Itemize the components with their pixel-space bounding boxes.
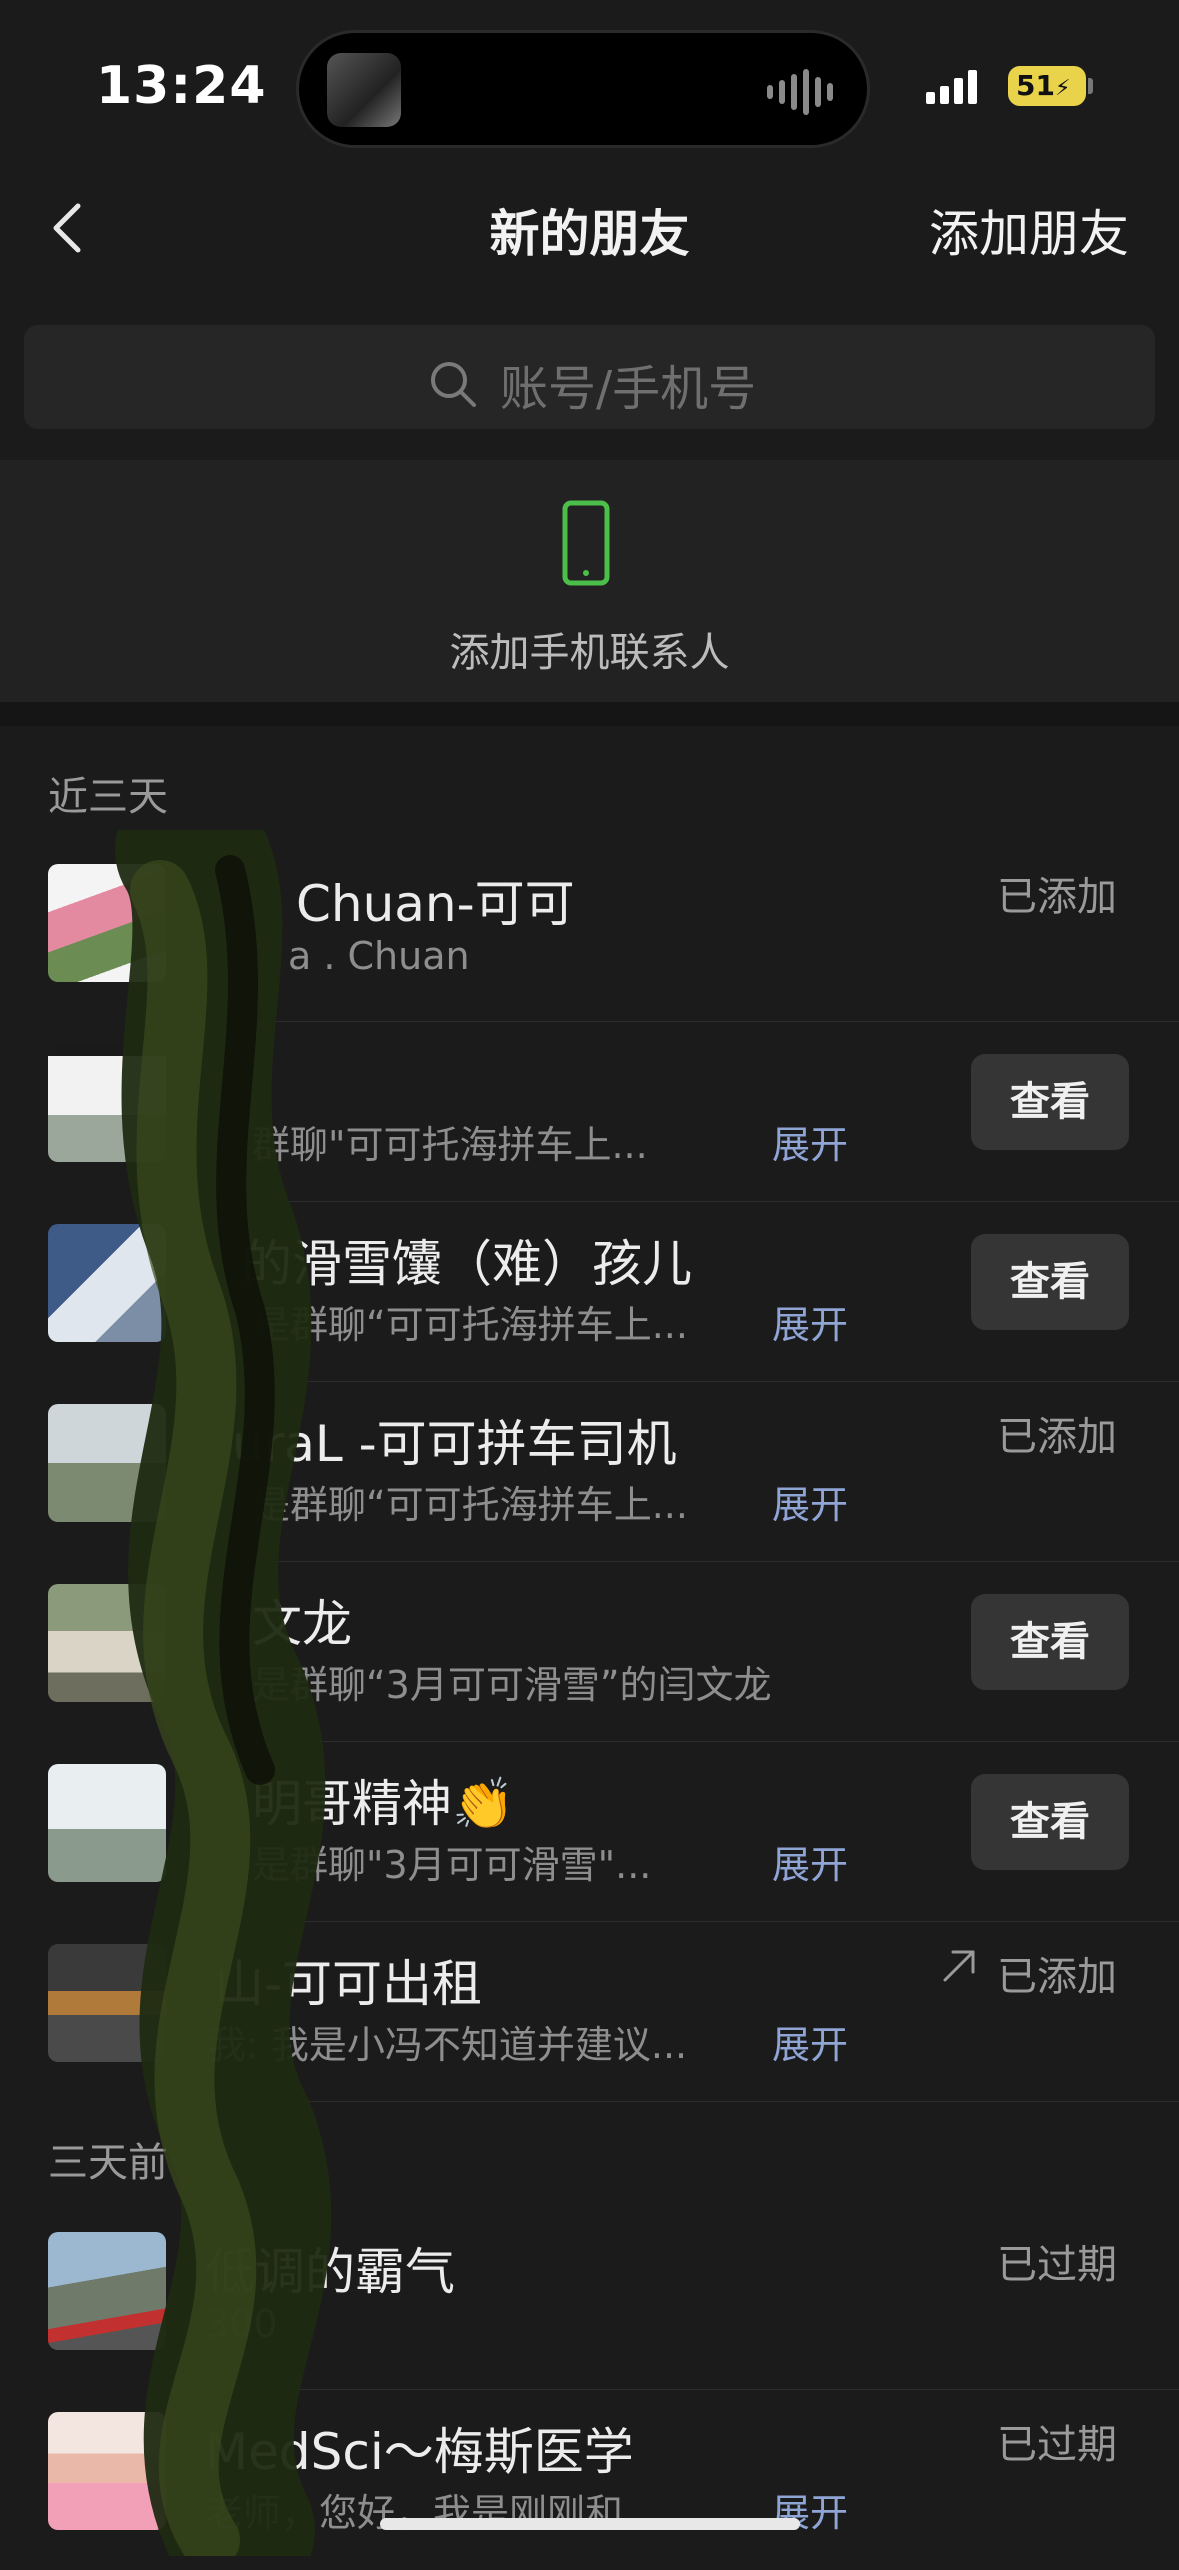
battery-tip [1088, 78, 1093, 94]
now-playing-artwork [327, 53, 401, 127]
avatar [48, 1584, 166, 1702]
status-expired: 已过期 [997, 2422, 1117, 2468]
status-added: 已添加 [997, 1414, 1117, 1460]
list-item[interactable]: 明哥精神👏 是群聊"3月可可滑雪"... 展开 查看 [0, 1742, 1179, 1922]
status-expired: 已过期 [997, 2242, 1117, 2288]
search-input[interactable]: 账号/手机号 [500, 349, 756, 419]
friend-name: 文龙 [252, 1595, 352, 1653]
list-item[interactable]: Chuan-可可 a . Chuan 已添加 [0, 842, 1179, 1022]
status-bar: 13:24 51⚡ [0, 0, 1179, 170]
dynamic-island[interactable] [296, 30, 870, 148]
view-button[interactable]: 查看 [971, 1594, 1129, 1690]
friend-message: 群聊"可可托海拼车上... [252, 1123, 648, 1167]
expand-link[interactable]: 展开 [772, 2014, 848, 2069]
expand-link[interactable]: 展开 [772, 1114, 848, 1169]
friend-name: uraL -可可拼车司机 [232, 1415, 677, 1473]
status-added: 已添加 [997, 1954, 1117, 2000]
avatar [48, 1044, 166, 1162]
list-item[interactable]: 文龙 是群聊“3月可可滑雪”的闫文龙 查看 [0, 1562, 1179, 1742]
arrow-up-right-icon [943, 1950, 975, 1982]
friend-name: 的滑雪馕（难）孩儿 [242, 1235, 692, 1293]
friend-message: a . Chuan [288, 934, 470, 978]
status-time: 13:24 [96, 56, 267, 116]
expand-link[interactable]: 展开 [772, 1834, 848, 1889]
add-friend-button[interactable]: 添加朋友 [929, 194, 1129, 266]
view-button[interactable]: 查看 [971, 1234, 1129, 1330]
view-button[interactable]: 查看 [971, 1774, 1129, 1870]
list-item[interactable]: 低调的霸气 300 已过期 [0, 2210, 1179, 2390]
battery-level: 51 [1016, 69, 1055, 102]
section-label-older: 三天前 [48, 2140, 168, 2186]
avatar [48, 2412, 166, 2530]
friend-name: Chuan-可可 [296, 875, 575, 933]
search-bar[interactable]: 账号/手机号 [24, 325, 1155, 429]
expand-link[interactable]: 展开 [772, 1294, 848, 1349]
audio-waveform-icon [767, 69, 833, 115]
avatar [48, 1224, 166, 1342]
avatar [48, 864, 166, 982]
friend-message: 300 [205, 2302, 278, 2346]
list-item[interactable]: uraL -可可拼车司机 是群聊“可可托海拼车上... 展开 已添加 [0, 1382, 1179, 1562]
add-phone-contacts[interactable]: 添加手机联系人 [0, 460, 1179, 702]
status-added: 已添加 [997, 874, 1117, 920]
avatar [48, 1764, 166, 1882]
divider [205, 2101, 1179, 2102]
friend-name: 明哥精神👏 [252, 1775, 515, 1833]
cellular-signal-icon [926, 70, 977, 104]
friend-message: 是群聊"3月可可滑雪"... [252, 1843, 652, 1887]
list-item[interactable]: 山-可可出租 我: 我是小冯不知道并建议... 展开 已添加 [0, 1922, 1179, 2102]
battery-icon: 51⚡ [1008, 66, 1086, 106]
list-item[interactable]: 的滑雪馕（难）孩儿 是群聊“可可托海拼车上... 展开 查看 [0, 1202, 1179, 1382]
mobile-phone-icon [562, 500, 610, 586]
list-item[interactable]: MedSci～梅斯医学 老师，您好，我是刚刚和 展开 已过期 [0, 2390, 1179, 2570]
section-label-recent: 近三天 [48, 774, 168, 820]
list-item[interactable]: 群聊"可可托海拼车上... 展开 查看 [0, 1022, 1179, 1202]
avatar [48, 1404, 166, 1522]
friend-name: MedSci～梅斯医学 [205, 2423, 634, 2481]
view-button[interactable]: 查看 [971, 1054, 1129, 1150]
search-icon [431, 362, 476, 407]
friend-name: 低调的霸气 [205, 2243, 455, 2301]
home-indicator[interactable] [380, 2518, 800, 2530]
expand-link[interactable]: 展开 [772, 1474, 848, 1529]
add-phone-contacts-label: 添加手机联系人 [449, 630, 730, 676]
friend-message: 我: 我是小冯不知道并建议... [208, 2023, 688, 2067]
avatar [48, 1944, 166, 2062]
navigation-bar: 新的朋友 添加朋友 [0, 170, 1179, 290]
friend-message: 是群聊“可可托海拼车上... [252, 1303, 688, 1347]
avatar [48, 2232, 166, 2350]
friend-name: 山-可可出租 [214, 1955, 483, 2013]
friend-message: 是群聊“3月可可滑雪”的闫文龙 [252, 1663, 772, 1707]
section-separator [0, 702, 1179, 726]
friend-message: 是群聊“可可托海拼车上... [252, 1483, 688, 1527]
